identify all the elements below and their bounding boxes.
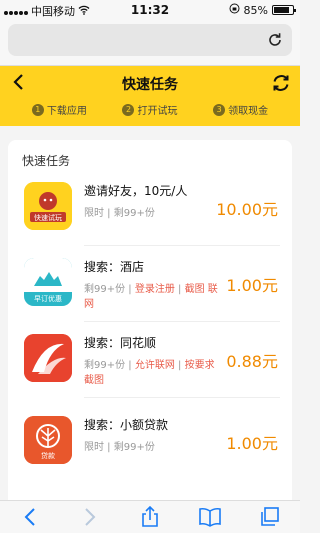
task-meta: 剩99+份 | 登录注册 | 截图 联网 [84, 284, 218, 310]
browser-toolbar [0, 500, 300, 533]
forward-icon[interactable] [78, 506, 102, 528]
step-guide: 1 下载应用 2 打开试玩 3 领取现金 [0, 102, 300, 117]
reload-icon[interactable] [264, 29, 286, 51]
refresh-icon[interactable] [270, 72, 292, 94]
task-meta: 限时 | 剩99+份 [84, 208, 155, 219]
task-item-invite[interactable]: 快速试玩 邀请好友，10元/人 限时 | 剩99+份 10.00元 [8, 176, 292, 246]
meta-tag: 限时 [84, 442, 104, 453]
task-name: 搜索：同花顺 [84, 336, 157, 350]
app-icon-text: 快速试玩 [34, 214, 62, 222]
step-open: 2 打开试玩 [122, 102, 177, 117]
page-header: 快速任务 1 下载应用 2 打开试玩 3 领取现金 [0, 66, 300, 126]
tabs-icon[interactable] [258, 506, 282, 528]
meta-tag: 截图 [184, 284, 205, 295]
meta-tag: 登录注册 [134, 284, 175, 295]
step-label: 下载应用 [46, 106, 87, 117]
meta-tag: 允许联网 [134, 360, 175, 371]
task-name: 搜索：酒店 [84, 260, 145, 274]
task-reward: 1.00元 [226, 434, 278, 453]
battery-percent: 85% [243, 3, 268, 17]
meta-tag: 剩99+份 [84, 284, 126, 295]
step-number: 3 [213, 103, 226, 116]
task-reward: 1.00元 [226, 276, 278, 295]
orientation-lock-icon [229, 3, 240, 17]
app-icon-hotel: 早订优惠 [24, 258, 72, 306]
step-number: 2 [122, 103, 135, 116]
browser-address-area [0, 20, 300, 66]
app-icon-invite: 快速试玩 [24, 182, 72, 230]
task-meta: 剩99+份 | 允许联网 | 按要求截图 [84, 360, 215, 386]
url-field[interactable] [8, 24, 292, 56]
app-icon-text: 贷款 [41, 452, 55, 460]
status-bar: 中国移动 11:32 85% [0, 0, 300, 20]
step-label: 领取现金 [228, 106, 269, 117]
app-icon-tonghuashun [24, 334, 72, 382]
step-label: 打开试玩 [137, 106, 178, 117]
share-icon[interactable] [138, 506, 162, 528]
task-item-tonghuashun[interactable]: 搜索：同花顺 剩99+份 | 允许联网 | 按要求截图 0.88元 [8, 328, 292, 398]
step-number: 1 [31, 103, 44, 116]
task-card: 快速任务 快速试玩 邀请好友，10元/人 限时 | 剩99+份 10.00元 早… [8, 140, 292, 500]
task-name: 邀请好友，10元/人 [84, 184, 188, 198]
page-title: 快速任务 [122, 77, 178, 93]
app-icon-text: 早订优惠 [34, 295, 62, 303]
bookmarks-icon[interactable] [198, 506, 222, 528]
step-claim: 3 领取现金 [213, 102, 268, 117]
meta-tag: 剩99+份 [113, 208, 155, 219]
task-item-loan[interactable]: 贷款 搜索：小额贷款 限时 | 剩99+份 1.00元 [8, 410, 292, 476]
meta-tag: 剩99+份 [113, 442, 155, 453]
step-download: 1 下载应用 [31, 102, 87, 117]
card-title: 快速任务 [22, 154, 71, 168]
task-item-hotel[interactable]: 早订优惠 搜索：酒店 剩99+份 | 登录注册 | 截图 联网 1.00元 [8, 252, 292, 322]
task-reward: 10.00元 [216, 200, 278, 219]
back-icon[interactable] [18, 506, 42, 528]
task-name: 搜索：小额贷款 [84, 418, 169, 432]
task-reward: 0.88元 [226, 352, 278, 371]
app-icon-loan: 贷款 [24, 416, 72, 464]
battery-icon [272, 5, 296, 15]
task-meta: 限时 | 剩99+份 [84, 442, 155, 453]
meta-tag: 限时 [84, 208, 104, 219]
meta-tag: 剩99+份 [84, 360, 126, 371]
